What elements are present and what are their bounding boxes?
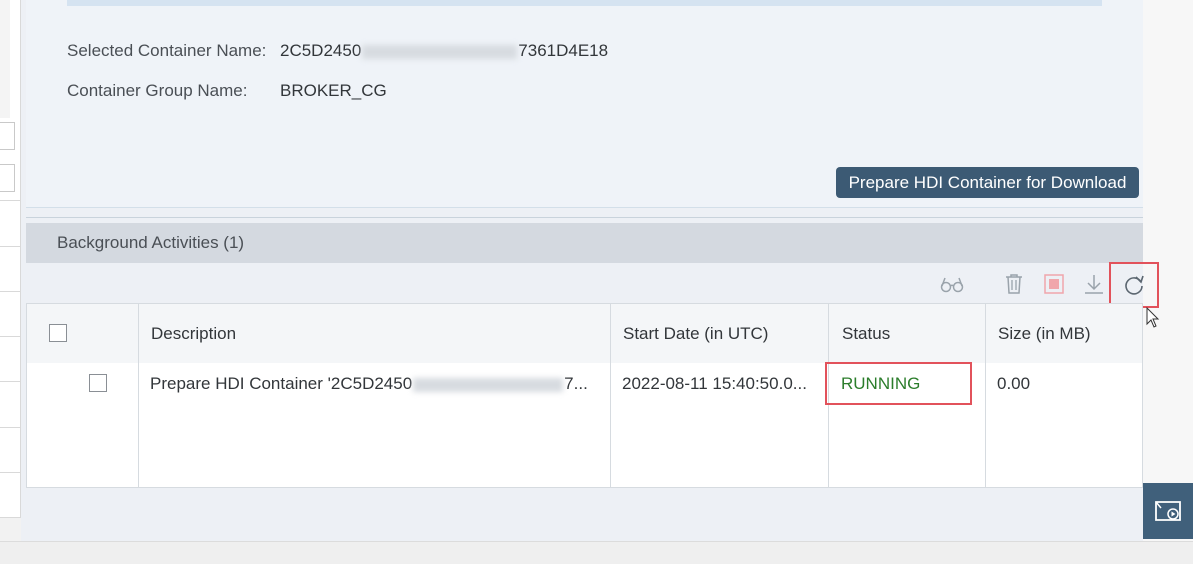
column-header-size[interactable]: Size (in MB) — [998, 324, 1091, 344]
column-divider — [985, 304, 986, 487]
stop-button[interactable] — [1037, 266, 1071, 302]
background-activities-title: Background Activities (1) — [57, 233, 245, 252]
left-panel-divider — [0, 200, 20, 201]
column-header-description[interactable]: Description — [151, 324, 236, 344]
row-description: Prepare HDI Container '2C5D2450 7... — [150, 374, 588, 394]
redacted-text — [362, 44, 518, 59]
table-row-empty — [27, 404, 1142, 446]
container-group-label: Container Group Name: — [67, 81, 248, 100]
stop-icon — [1044, 274, 1064, 294]
download-icon — [1085, 275, 1103, 294]
screen-recorder-widget[interactable] — [1143, 483, 1193, 539]
view-details-button[interactable] — [935, 266, 969, 302]
left-panel — [0, 0, 21, 518]
table-header-row: Description Start Date (in UTC) Status S… — [27, 304, 1142, 364]
delete-button[interactable] — [997, 266, 1031, 302]
status-highlight — [825, 362, 972, 405]
refresh-icon — [1125, 275, 1144, 295]
left-panel-divider — [0, 381, 20, 382]
select-all-checkbox[interactable] — [49, 324, 67, 342]
activities-toolbar — [935, 262, 1159, 308]
trash-icon — [1006, 274, 1022, 294]
left-panel-divider — [0, 472, 20, 473]
column-divider — [138, 304, 139, 487]
glasses-icon — [940, 277, 964, 293]
bottom-status-bar — [0, 541, 1193, 564]
left-panel-field[interactable] — [0, 164, 15, 192]
left-panel-divider — [0, 517, 20, 518]
refresh-button[interactable] — [1109, 262, 1159, 308]
left-panel-divider — [0, 246, 20, 247]
prepare-container-download-button[interactable]: Prepare HDI Container for Download — [836, 167, 1139, 198]
main-content: Selected Container Name: 2C5D2450 7361D4E… — [21, 0, 1159, 541]
background-activities-header: Background Activities (1) — [26, 223, 1143, 263]
column-header-status[interactable]: Status — [842, 324, 890, 344]
container-info-card: Selected Container Name: 2C5D2450 7361D4E… — [26, 0, 1143, 208]
left-panel-divider — [0, 291, 20, 292]
container-name-start: 2C5D2450 — [280, 41, 362, 60]
left-panel-divider — [0, 427, 20, 428]
video-play-icon — [1155, 501, 1181, 521]
container-name-end: 7361D4E18 — [518, 41, 609, 60]
download-button[interactable] — [1077, 266, 1111, 302]
column-divider — [610, 304, 611, 487]
left-panel-header — [0, 0, 10, 118]
table-row[interactable]: Prepare HDI Container '2C5D2450 7... 2022… — [27, 363, 1142, 405]
column-header-start-date[interactable]: Start Date (in UTC) — [623, 324, 768, 344]
row-description-start: Prepare HDI Container '2C5D2450 — [150, 374, 413, 393]
container-name-value: 2C5D2450 7361D4E18 — [280, 41, 608, 61]
row-size: 0.00 — [997, 374, 1031, 393]
info-banner — [67, 0, 1102, 6]
left-panel-field[interactable] — [0, 122, 15, 150]
container-group-value: BROKER_CG — [280, 81, 387, 100]
row-description-end: 7... — [564, 374, 588, 393]
redacted-text — [413, 377, 564, 392]
mouse-cursor-icon — [1146, 307, 1160, 328]
background-activities-table: Description Start Date (in UTC) Status S… — [26, 303, 1143, 488]
left-panel-divider — [0, 336, 20, 337]
row-start-date: 2022-08-11 15:40:50.0... — [622, 374, 807, 393]
row-checkbox[interactable] — [89, 374, 107, 392]
section-separator — [26, 217, 1143, 218]
table-row-empty — [27, 445, 1142, 486]
container-name-label: Selected Container Name: — [67, 41, 267, 60]
